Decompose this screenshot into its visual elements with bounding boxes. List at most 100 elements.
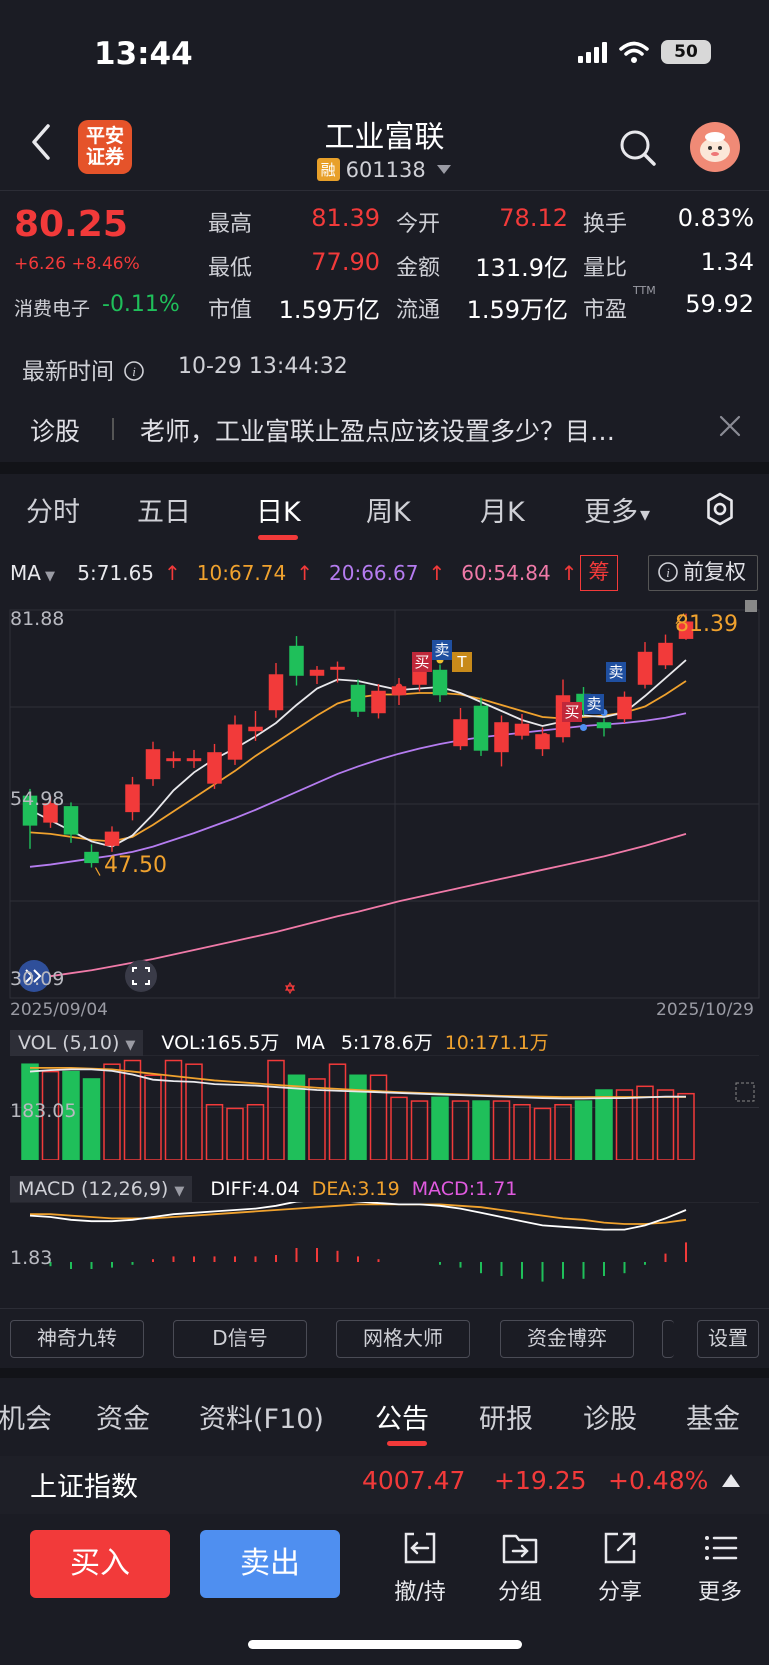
- candle[interactable]: [371, 684, 386, 719]
- vol-ma5: 5:178.6万: [340, 1032, 433, 1054]
- info-tab[interactable]: 基金: [686, 1397, 740, 1436]
- volume-bar: [574, 1100, 593, 1160]
- volume-chart[interactable]: [0, 1055, 769, 1160]
- scroll-indicator[interactable]: [745, 600, 757, 612]
- low-price-marker: 47.50: [104, 853, 167, 878]
- tool-button[interactable]: D信号: [173, 1320, 307, 1358]
- macd-chart[interactable]: [0, 1202, 769, 1308]
- chart-tab[interactable]: 五日: [137, 490, 191, 529]
- candle[interactable]: [268, 663, 284, 718]
- candle[interactable]: [207, 743, 222, 789]
- index-percent: +0.48%: [608, 1466, 709, 1495]
- volume-bar: [103, 1063, 121, 1160]
- macd-indicator-selector[interactable]: MACD (12,26,9) ▼: [10, 1176, 193, 1202]
- candle[interactable]: [248, 710, 263, 741]
- tool-button[interactable]: 资金博弈: [500, 1320, 634, 1358]
- chart-tab[interactable]: 日K: [256, 490, 301, 529]
- info-tab[interactable]: 机会: [0, 1397, 52, 1436]
- signal-label[interactable]: 卖: [606, 662, 626, 682]
- candle[interactable]: [289, 636, 304, 686]
- share-label: 分享: [597, 1580, 642, 1605]
- candle[interactable]: [186, 749, 202, 768]
- candle[interactable]: [494, 715, 509, 767]
- close-icon[interactable]: [718, 414, 742, 438]
- price-change: +6.26 +8.46%: [14, 254, 140, 274]
- vol-ma-label: MA: [295, 1032, 325, 1054]
- quote-label: 今开: [396, 212, 441, 237]
- candle[interactable]: [596, 718, 612, 737]
- share-button[interactable]: 分享: [584, 1528, 656, 1606]
- battery-icon: 50: [661, 40, 711, 64]
- volume-bar: [410, 1100, 429, 1160]
- quote-label: 最低: [208, 256, 253, 281]
- cancel-hold-button[interactable]: 撤/持: [384, 1528, 456, 1606]
- volume-indicator-selector[interactable]: VOL (5,10) ▼: [10, 1030, 144, 1056]
- tool-button[interactable]: 神奇九转: [10, 1320, 144, 1358]
- adjustment-button[interactable]: i 前复权: [648, 555, 758, 591]
- quote-value: 131.9亿: [475, 254, 568, 282]
- kline-chart[interactable]: [0, 600, 769, 1025]
- tool-button[interactable]: 网格大师: [336, 1320, 470, 1358]
- tool-button-overflow[interactable]: [662, 1320, 674, 1358]
- tool-button[interactable]: 设置: [697, 1320, 759, 1358]
- candle[interactable]: [453, 707, 468, 750]
- home-indicator[interactable]: [248, 1640, 522, 1649]
- candle[interactable]: [473, 697, 489, 756]
- candle[interactable]: [617, 691, 632, 723]
- volume-bar: [472, 1100, 490, 1160]
- chart-tab[interactable]: 月K: [480, 490, 525, 529]
- signal-label[interactable]: 卖: [432, 640, 452, 660]
- up-arrow-icon: ↑: [164, 561, 181, 585]
- search-icon[interactable]: [618, 128, 658, 168]
- diagnosis-question[interactable]: 老师，工业富联止盈点应该设置多少？目…: [140, 412, 700, 448]
- quote-label: 市盈: [583, 298, 628, 323]
- info-icon[interactable]: i: [123, 360, 145, 382]
- fullscreen-icon[interactable]: [125, 960, 157, 992]
- macd-diff: DIFF:4.04: [210, 1178, 300, 1200]
- signal-label[interactable]: 买: [412, 652, 432, 672]
- status-time: 13:44: [94, 36, 193, 72]
- candle[interactable]: [637, 642, 653, 689]
- info-tab[interactable]: 资金: [96, 1397, 150, 1436]
- info-tab[interactable]: 研报: [479, 1397, 533, 1436]
- chip-distribution-button[interactable]: 筹: [580, 555, 618, 591]
- candle[interactable]: [227, 715, 243, 765]
- info-tab[interactable]: 公告: [375, 1397, 429, 1436]
- chart-tab[interactable]: 周K: [366, 490, 411, 529]
- ma-selector[interactable]: MA ▼: [10, 561, 63, 585]
- chart-tab[interactable]: 分时: [26, 490, 80, 529]
- sector-change: -0.11%: [102, 292, 180, 317]
- info-tab[interactable]: 诊股: [583, 1397, 637, 1436]
- candle[interactable]: [166, 751, 181, 768]
- candle[interactable]: [350, 679, 366, 717]
- buy-button[interactable]: 买入: [30, 1530, 170, 1598]
- sector-name[interactable]: 消费电子: [14, 294, 90, 321]
- signal-label[interactable]: T: [452, 652, 472, 672]
- sell-button[interactable]: 卖出: [200, 1530, 340, 1598]
- candle[interactable]: [391, 678, 407, 705]
- signal-label[interactable]: 买: [562, 702, 582, 722]
- ma-value: 10:67.74 ↑: [197, 561, 321, 585]
- chart-tab[interactable]: 更多 ▾: [584, 490, 650, 529]
- expand-icon[interactable]: [735, 1082, 755, 1102]
- more-button[interactable]: 更多: [684, 1528, 756, 1606]
- candle[interactable]: [145, 741, 161, 786]
- candle[interactable]: [309, 666, 325, 685]
- date-start: 2025/09/04: [10, 1000, 108, 1020]
- candle[interactable]: [432, 664, 448, 702]
- candle[interactable]: [104, 826, 120, 852]
- folder-icon: [502, 1534, 538, 1564]
- volume-bar: [390, 1096, 408, 1160]
- quote-value: 77.90: [311, 248, 380, 276]
- avatar[interactable]: [690, 122, 740, 172]
- low-marker-line: [94, 867, 101, 876]
- candle[interactable]: [125, 776, 140, 821]
- signal-label[interactable]: 卖: [584, 694, 604, 714]
- gear-icon[interactable]: [703, 492, 737, 526]
- candle[interactable]: [84, 844, 99, 868]
- expand-up-icon[interactable]: [722, 1474, 740, 1487]
- candle[interactable]: [658, 634, 673, 670]
- group-button[interactable]: 分组: [484, 1528, 556, 1606]
- info-tab[interactable]: 资料(F10): [199, 1397, 324, 1436]
- volume-bar: [349, 1074, 367, 1160]
